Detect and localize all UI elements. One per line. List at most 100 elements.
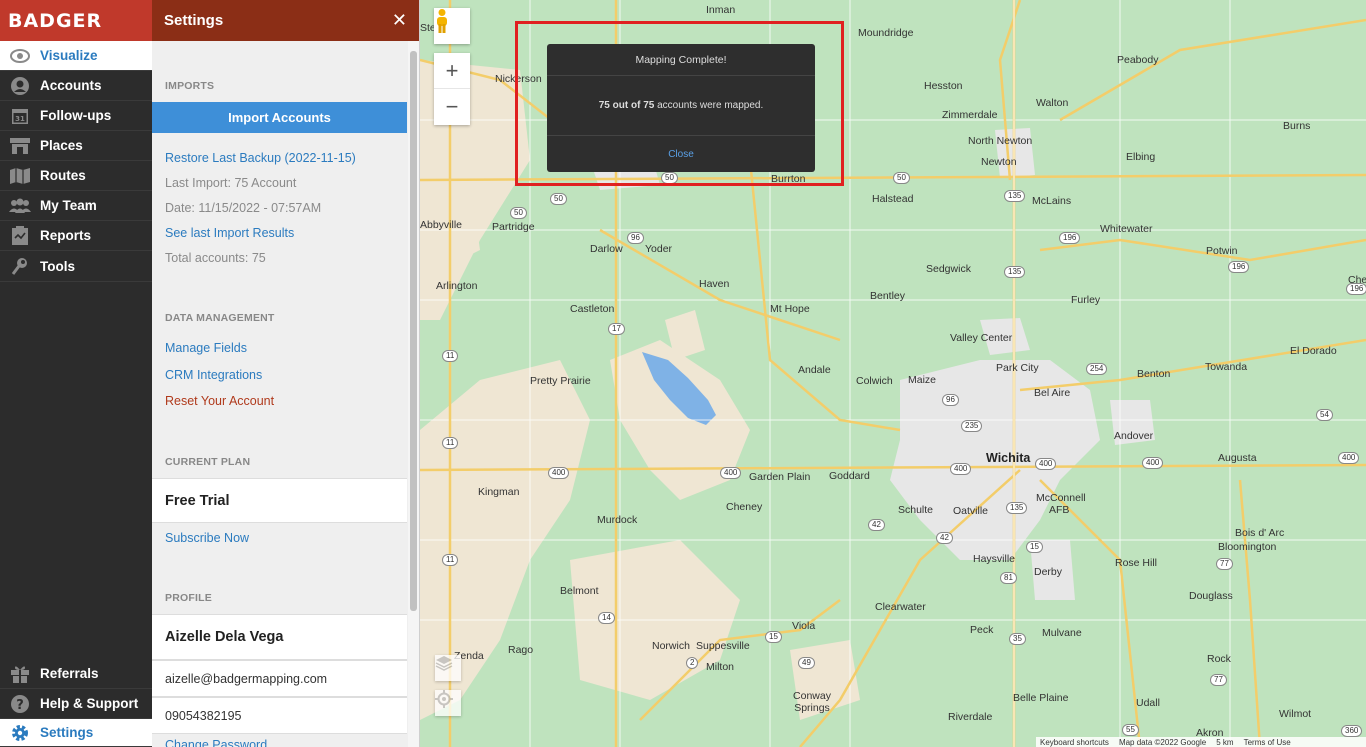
nav-label: Settings bbox=[40, 725, 94, 740]
nav-label: Routes bbox=[40, 168, 86, 183]
import-results-link[interactable]: See last Import Results bbox=[165, 226, 294, 240]
place-label: Rose Hill bbox=[1115, 557, 1158, 569]
nav-label: Follow-ups bbox=[40, 108, 112, 123]
place-label: Murdock bbox=[597, 514, 638, 526]
highway-shield: 50 bbox=[550, 193, 567, 205]
place-label: Haven bbox=[699, 278, 730, 290]
highway-shield: 196 bbox=[1059, 232, 1081, 244]
keyboard-shortcuts-link[interactable]: Keyboard shortcuts bbox=[1040, 738, 1109, 747]
place-label: Bloomington bbox=[1218, 541, 1277, 553]
place-label: Pretty Prairie bbox=[530, 375, 591, 387]
nav-label: Accounts bbox=[40, 78, 102, 93]
map-attribution: Keyboard shortcuts Map data ©2022 Google… bbox=[1036, 737, 1366, 747]
nav-item-my-team[interactable]: My Team bbox=[0, 191, 152, 221]
nav-item-visualize[interactable]: Visualize bbox=[0, 41, 152, 71]
profile-email: aizelle@badgermapping.com bbox=[152, 660, 407, 697]
highway-shield: 15 bbox=[765, 631, 782, 643]
nav-item-reports[interactable]: Reports bbox=[0, 221, 152, 251]
place-label: Douglass bbox=[1189, 590, 1233, 602]
manage-fields-link[interactable]: Manage Fields bbox=[165, 341, 247, 355]
nav-item-follow-ups[interactable]: 31 Follow-ups bbox=[0, 101, 152, 131]
place-label: Conway Springs bbox=[793, 690, 831, 714]
highway-shield: 360 bbox=[1341, 725, 1363, 737]
nav-item-referrals[interactable]: Referrals bbox=[0, 659, 152, 689]
highway-shield: 42 bbox=[868, 519, 885, 531]
nav-label: Tools bbox=[40, 259, 75, 274]
zoom-in-button[interactable]: + bbox=[434, 53, 470, 89]
restore-backup-link[interactable]: Restore Last Backup (2022-11-15) bbox=[165, 151, 356, 165]
place-label: Burns bbox=[1283, 120, 1311, 132]
panel-scrollbar[interactable] bbox=[408, 41, 419, 747]
place-label: Whitewater bbox=[1100, 223, 1153, 235]
plan-name: Free Trial bbox=[152, 478, 407, 523]
map-icon bbox=[0, 167, 40, 185]
place-label: Kingman bbox=[478, 486, 520, 498]
place-label: North Newton bbox=[968, 135, 1033, 147]
current-plan-label: CURRENT PLAN bbox=[165, 456, 251, 468]
badger-logo[interactable]: BADGER bbox=[0, 0, 152, 41]
highway-shield: 77 bbox=[1216, 558, 1233, 570]
logo-text: BADGER bbox=[8, 9, 103, 32]
layers-icon[interactable] bbox=[435, 655, 461, 681]
nav-label: Places bbox=[40, 138, 83, 153]
locate-me-icon[interactable] bbox=[435, 690, 461, 716]
dialog-title: Mapping Complete! bbox=[547, 44, 815, 76]
profile-name: Aizelle Dela Vega bbox=[152, 614, 407, 660]
nav-item-help-support[interactable]: ? Help & Support bbox=[0, 689, 152, 719]
import-accounts-button[interactable]: Import Accounts bbox=[152, 102, 407, 133]
nav-item-routes[interactable]: Routes bbox=[0, 161, 152, 191]
place-label: Derby bbox=[1034, 566, 1063, 578]
nav-label: Help & Support bbox=[40, 696, 139, 711]
reset-account-link[interactable]: Reset Your Account bbox=[165, 394, 274, 408]
total-count: 75 bbox=[643, 100, 655, 111]
nav-item-places[interactable]: Places bbox=[0, 131, 152, 161]
place-label: Bois d' Arc bbox=[1235, 527, 1285, 539]
place-label: Belle Plaine bbox=[1013, 692, 1069, 704]
place-label: Abbyville bbox=[420, 219, 463, 231]
nav-item-settings[interactable]: Settings bbox=[0, 719, 152, 747]
place-label: Yoder bbox=[645, 243, 673, 255]
settings-title: Settings bbox=[164, 12, 224, 29]
svg-text:?: ? bbox=[16, 698, 24, 713]
place-label: Colwich bbox=[856, 375, 893, 387]
highway-shield: 42 bbox=[936, 532, 953, 544]
subscribe-now-link[interactable]: Subscribe Now bbox=[165, 531, 249, 545]
highway-shield: 196 bbox=[1346, 283, 1366, 295]
highway-shield: 81 bbox=[1000, 572, 1017, 584]
nav-item-accounts[interactable]: Accounts bbox=[0, 71, 152, 101]
place-label: Peabody bbox=[1117, 54, 1159, 66]
highway-shield: 35 bbox=[1009, 633, 1026, 645]
place-label: Cheney bbox=[726, 501, 763, 513]
highway-shield: 50 bbox=[510, 207, 527, 219]
place-label: Sedgwick bbox=[926, 263, 971, 275]
scrollbar-thumb[interactable] bbox=[410, 51, 417, 611]
zoom-out-button[interactable]: − bbox=[434, 89, 470, 125]
crm-integrations-link[interactable]: CRM Integrations bbox=[165, 368, 262, 382]
place-label: Peck bbox=[970, 624, 994, 636]
main-nav: BADGER Visualize Accounts 31 Follow-ups … bbox=[0, 0, 152, 747]
place-label: Zimmerdale bbox=[942, 109, 998, 121]
highway-shield: 196 bbox=[1228, 261, 1250, 273]
place-label: Furley bbox=[1071, 294, 1101, 306]
close-icon[interactable]: ✕ bbox=[392, 10, 407, 31]
map-scale[interactable]: 5 km bbox=[1216, 738, 1233, 747]
nav-item-tools[interactable]: Tools bbox=[0, 252, 152, 282]
total-accounts-text: Total accounts: 75 bbox=[165, 251, 266, 265]
change-password-link[interactable]: Change Password bbox=[165, 738, 267, 747]
highway-shield: 54 bbox=[1316, 409, 1333, 421]
highway-shield: 400 bbox=[548, 467, 570, 479]
highway-shield: 400 bbox=[720, 467, 742, 479]
street-view-pegman-icon[interactable] bbox=[434, 8, 470, 44]
highway-shield: 400 bbox=[950, 463, 972, 475]
place-label: Udall bbox=[1136, 697, 1160, 709]
place-label: Bel Aire bbox=[1034, 387, 1071, 399]
nav-label: My Team bbox=[40, 198, 97, 213]
place-label: Park City bbox=[996, 362, 1039, 374]
terms-link[interactable]: Terms of Use bbox=[1244, 738, 1291, 747]
place-label: Belmont bbox=[560, 585, 599, 597]
imports-section-label: IMPORTS bbox=[165, 80, 215, 92]
highway-shield: 49 bbox=[798, 657, 815, 669]
place-label: Towanda bbox=[1205, 361, 1248, 373]
place-label: Halstead bbox=[872, 193, 914, 205]
dialog-close-button[interactable]: Close bbox=[547, 136, 815, 172]
